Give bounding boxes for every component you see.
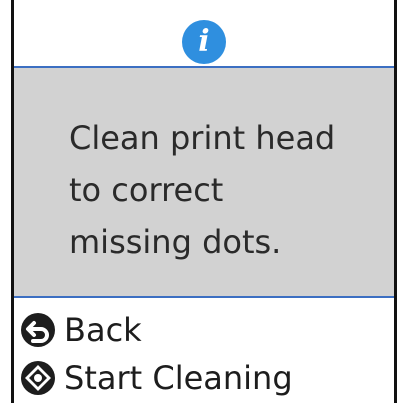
message-text: Clean print head to correct missing dots… (69, 119, 336, 261)
right-frame-border (394, 0, 397, 403)
start-cleaning-label: Start Cleaning (64, 359, 293, 397)
info-icon: i (182, 20, 226, 64)
footer-divider (14, 296, 394, 298)
info-icon-glyph: i (198, 24, 210, 59)
back-label: Back (64, 311, 142, 349)
message-panel: Clean print head to correct missing dots… (14, 68, 394, 296)
start-button-icon (21, 361, 55, 395)
back-action[interactable]: Back (18, 308, 142, 352)
start-cleaning-action[interactable]: Start Cleaning (18, 356, 293, 400)
back-button-icon (21, 313, 55, 347)
printer-lcd-screen: i Clean print head to correct missing do… (0, 0, 403, 403)
